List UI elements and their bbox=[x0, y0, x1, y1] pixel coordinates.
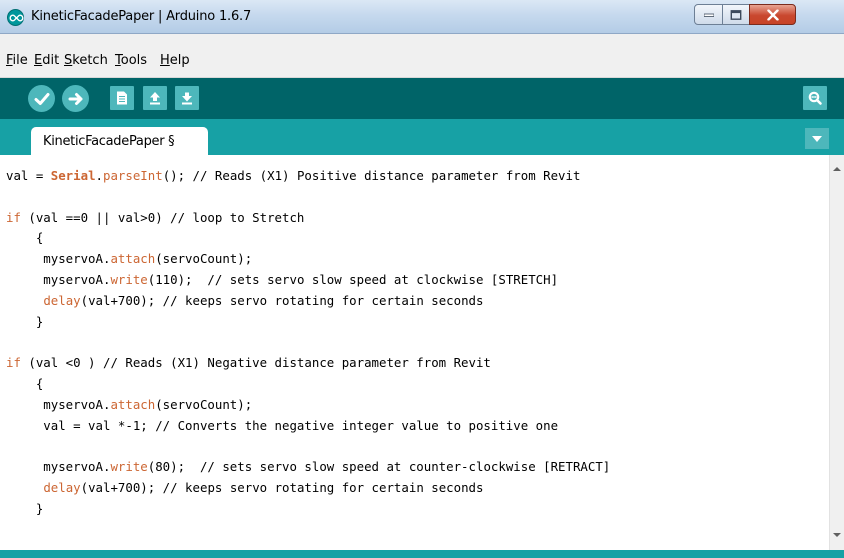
new-button[interactable] bbox=[110, 86, 134, 110]
tab-kineticfacadepaper[interactable]: KineticFacadePaper § bbox=[31, 127, 208, 155]
menu-sketch[interactable]: Sketch bbox=[64, 53, 108, 68]
code-token: delay bbox=[43, 480, 81, 495]
menu-bar: File Edit Sketch Tools Help bbox=[0, 34, 844, 78]
code-token: (80); // sets servo slow speed at counte… bbox=[147, 459, 611, 475]
code-token: val = bbox=[6, 168, 51, 183]
open-icon bbox=[150, 92, 160, 105]
maximize-icon bbox=[730, 9, 742, 20]
code-line: if (val ==0 || val>0) // loop to Stretch bbox=[6, 208, 304, 228]
code-token: myservoA. bbox=[6, 396, 111, 412]
code-token: { bbox=[6, 230, 44, 246]
code-editor[interactable]: val = Serial.parseInt(); // Reads (X1) P… bbox=[0, 155, 829, 550]
code-token: parseInt bbox=[103, 168, 163, 183]
code-line: myservoA.attach(servoCount); bbox=[6, 395, 252, 415]
code-token: attach bbox=[110, 396, 156, 412]
new-icon bbox=[117, 91, 127, 105]
save-icon bbox=[182, 92, 192, 105]
tab-menu-button[interactable] bbox=[805, 128, 829, 149]
code-token: Serial bbox=[50, 168, 96, 183]
code-token: . bbox=[95, 168, 103, 183]
menu-tools[interactable]: Tools bbox=[115, 53, 147, 68]
code-token: (val <0 ) // Reads (X1) Negative distanc… bbox=[20, 355, 491, 371]
code-line: val = Serial.parseInt(); // Reads (X1) P… bbox=[6, 166, 580, 186]
verify-button[interactable] bbox=[28, 85, 55, 112]
code-line: val = val *-1; // Converts the negative … bbox=[6, 416, 558, 436]
menu-file[interactable]: File bbox=[6, 53, 28, 68]
scroll-down-icon bbox=[833, 533, 841, 537]
code-line: { bbox=[6, 228, 43, 248]
serial-monitor-button[interactable] bbox=[803, 86, 827, 110]
code-line: myservoA.write(80); // sets servo slow s… bbox=[6, 457, 610, 477]
vertical-scrollbar[interactable] bbox=[829, 155, 844, 550]
tab-label: KineticFacadePaper § bbox=[43, 134, 175, 149]
code-token: write bbox=[110, 272, 148, 287]
code-line: delay(val+700); // keeps servo rotating … bbox=[6, 478, 483, 498]
code-token: if bbox=[6, 209, 21, 225]
code-token: { bbox=[6, 376, 44, 391]
verify-icon bbox=[34, 92, 49, 105]
open-button[interactable] bbox=[143, 86, 167, 110]
code-token: } bbox=[6, 313, 44, 329]
menu-help[interactable]: Help bbox=[160, 53, 190, 68]
scroll-up-icon bbox=[833, 167, 841, 171]
code-token: (); // Reads (X1) Positive distance para… bbox=[162, 168, 581, 183]
code-token: (val+700); // keeps servo rotating for c… bbox=[80, 292, 484, 308]
code-line: delay(val+700); // keeps servo rotating … bbox=[6, 291, 483, 311]
minimize-icon bbox=[703, 13, 714, 17]
minimize-button[interactable] bbox=[694, 4, 723, 25]
code-token: (val+700); // keeps servo rotating for c… bbox=[80, 480, 484, 495]
chevron-down-icon bbox=[812, 135, 822, 142]
close-button[interactable] bbox=[749, 4, 796, 25]
maximize-button[interactable] bbox=[722, 4, 750, 25]
serial-monitor-icon bbox=[808, 91, 822, 105]
window-title: KineticFacadePaper | Arduino 1.6.7 bbox=[31, 9, 252, 24]
status-strip bbox=[0, 550, 844, 558]
code-token: attach bbox=[110, 251, 156, 267]
code-line: myservoA.write(110); // sets servo slow … bbox=[6, 270, 558, 290]
arduino-logo-icon bbox=[7, 9, 24, 26]
code-token: (servoCount); bbox=[155, 251, 253, 267]
code-line: if (val <0 ) // Reads (X1) Negative dist… bbox=[6, 353, 491, 373]
code-token: myservoA. bbox=[6, 272, 111, 287]
code-token: if bbox=[6, 355, 21, 371]
code-token: myservoA. bbox=[6, 459, 111, 475]
window-titlebar: KineticFacadePaper | Arduino 1.6.7 bbox=[0, 0, 844, 34]
menu-edit[interactable]: Edit bbox=[34, 53, 59, 68]
code-line: { bbox=[6, 374, 43, 394]
code-token: myservoA. bbox=[6, 251, 111, 267]
code-token: (110); // sets servo slow speed at clock… bbox=[147, 272, 559, 287]
toolbar bbox=[0, 78, 844, 119]
code-token: (val ==0 || val>0) // loop to Stretch bbox=[20, 209, 305, 225]
upload-icon bbox=[68, 92, 82, 105]
code-token: write bbox=[110, 459, 148, 475]
tab-strip: KineticFacadePaper § bbox=[0, 119, 844, 155]
upload-button[interactable] bbox=[62, 85, 89, 112]
code-token: } bbox=[6, 500, 44, 516]
code-token: delay bbox=[43, 292, 81, 308]
code-line: myservoA.attach(servoCount); bbox=[6, 249, 252, 269]
code-token: (servoCount); bbox=[155, 396, 253, 412]
save-button[interactable] bbox=[175, 86, 199, 110]
code-line: } bbox=[6, 312, 43, 332]
code-token: val = val *-1; // Converts the negative … bbox=[6, 417, 559, 433]
close-icon bbox=[766, 9, 779, 20]
code-line: } bbox=[6, 499, 43, 519]
